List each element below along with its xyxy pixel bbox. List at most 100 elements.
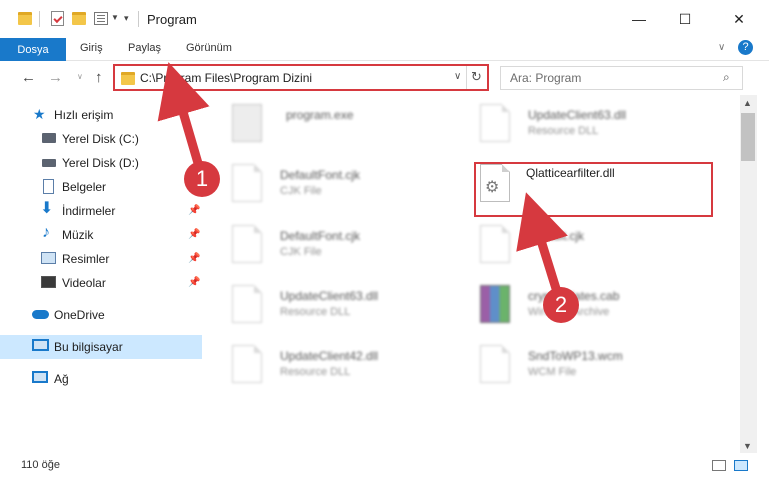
step-badge-1: 1 — [184, 161, 220, 197]
view-options-icon[interactable] — [94, 12, 108, 25]
close-button[interactable]: ✕ — [716, 0, 762, 38]
forward-arrow-icon[interactable]: → — [48, 69, 63, 86]
videos-icon — [41, 276, 56, 288]
window-title: Program — [147, 12, 197, 27]
file-type: Resource DLL — [528, 125, 599, 137]
new-folder-icon[interactable] — [72, 12, 86, 25]
sidebar-item-label: Yerel Disk (C:) — [62, 132, 139, 146]
ribbon-tabs: Dosya Giriş Paylaş Görünüm ∨ ? — [0, 38, 769, 61]
sidebar-item-label: Müzik — [62, 228, 94, 242]
sidebar-item-onedrive[interactable]: OneDrive — [0, 303, 202, 327]
folder-icon — [18, 12, 32, 25]
file-item[interactable]: program.exe — [232, 100, 492, 150]
file-item[interactable]: cryptupdates.cab WinRAR Archive — [480, 281, 740, 331]
annotation-file-highlight — [474, 162, 713, 217]
scroll-up-icon[interactable]: ▲ — [743, 98, 752, 108]
documents-icon — [43, 179, 54, 194]
sidebar-item-label: Videolar — [62, 276, 106, 290]
file-item[interactable]: Default.cjk — [480, 221, 740, 271]
minimize-button[interactable]: — — [616, 0, 662, 38]
file-item[interactable]: SndToWP13.wcm WCM File — [480, 341, 740, 391]
status-bar: 110 öğe — [0, 455, 769, 477]
file-type: Resource DLL — [280, 306, 351, 318]
download-icon: ⬇ — [40, 200, 54, 217]
scroll-thumb[interactable] — [741, 113, 755, 161]
sidebar-item-quick-access[interactable]: ★ Hızlı erişim — [0, 103, 202, 127]
title-bar: ▼ ▾ Program — ☐ ✕ — [0, 0, 769, 38]
document-file-icon — [232, 164, 262, 202]
pin-icon[interactable]: 📌 — [188, 253, 200, 264]
divider — [39, 11, 40, 27]
file-name: program.exe — [286, 108, 354, 122]
sidebar-item-this-pc[interactable]: Bu bilgisayar — [0, 335, 202, 359]
file-item[interactable]: DefaultFont.cjk CJK File — [232, 221, 492, 271]
step-badge-2: 2 — [543, 287, 579, 323]
back-arrow-icon[interactable]: ← — [21, 69, 36, 86]
exe-file-icon — [232, 104, 262, 142]
document-file-icon — [480, 345, 510, 383]
file-item[interactable]: UpdateClient63.dll Resource DLL — [232, 281, 492, 331]
pin-icon[interactable]: 📌 — [188, 229, 200, 240]
search-input[interactable] — [510, 71, 710, 85]
file-type: CJK File — [280, 246, 322, 258]
file-name: UpdateClient42.dll — [280, 349, 379, 363]
file-item[interactable]: DefaultFont.cjk CJK File — [232, 160, 492, 210]
chevron-down-icon[interactable]: ▼ — [111, 13, 119, 22]
sidebar-item-music[interactable]: ♪ Müzik 📌 — [0, 223, 202, 247]
tab-view[interactable]: Görünüm — [186, 42, 232, 54]
sidebar-item-documents[interactable]: Belgeler — [0, 175, 202, 199]
sidebar-item-label: Yerel Disk (D:) — [62, 156, 139, 170]
sidebar-item-local-disk-c[interactable]: Yerel Disk (C:) — [0, 127, 202, 151]
winrar-archive-icon — [480, 285, 510, 323]
annotation-address-highlight — [113, 64, 489, 91]
file-item[interactable]: UpdateClient63.dll Resource DLL — [480, 100, 740, 150]
dll-file-icon — [480, 104, 510, 142]
network-icon — [32, 371, 48, 383]
expand-ribbon-icon[interactable]: ∨ — [718, 42, 725, 53]
sidebar-item-label: Bu bilgisayar — [54, 340, 123, 354]
music-icon: ♪ — [42, 224, 50, 241]
document-file-icon — [480, 225, 510, 263]
file-item[interactable]: UpdateClient42.dll Resource DLL — [232, 341, 492, 391]
star-icon: ★ — [33, 106, 46, 122]
maximize-button[interactable]: ☐ — [662, 0, 708, 38]
dll-file-icon — [232, 285, 262, 323]
sidebar-item-videos[interactable]: Videolar 📌 — [0, 271, 202, 295]
scroll-down-icon[interactable]: ▼ — [743, 441, 752, 451]
search-icon[interactable]: ⌕ — [723, 70, 730, 85]
large-icons-view-icon[interactable] — [734, 460, 748, 471]
item-count: 110 öğe — [21, 459, 60, 471]
sidebar-item-local-disk-d[interactable]: Yerel Disk (D:) — [0, 151, 202, 175]
dll-file-icon — [232, 345, 262, 383]
document-file-icon — [232, 225, 262, 263]
tab-home[interactable]: Giriş — [80, 42, 103, 54]
sidebar-item-network[interactable]: Ağ — [0, 367, 202, 391]
search-box[interactable]: ⌕ — [500, 66, 743, 90]
vertical-scrollbar[interactable]: ▲ ▼ — [740, 95, 757, 453]
file-name: UpdateClient63.dll — [280, 289, 379, 303]
sidebar-item-label: Ağ — [54, 372, 69, 386]
file-name: SndToWP13.wcm — [528, 349, 623, 363]
customize-toolbar-icon[interactable]: ▾ — [124, 13, 129, 24]
file-name: Default.cjk — [528, 229, 585, 243]
divider — [138, 11, 139, 27]
cloud-icon — [32, 310, 49, 319]
file-name: DefaultFont.cjk — [280, 229, 361, 243]
sidebar-item-label: OneDrive — [54, 308, 105, 322]
tab-file[interactable]: Dosya — [0, 38, 66, 61]
computer-icon — [32, 339, 49, 351]
file-type: Resource DLL — [280, 366, 351, 378]
details-view-icon[interactable] — [712, 460, 726, 471]
recent-locations-icon[interactable]: ∨ — [77, 72, 83, 81]
properties-icon[interactable] — [51, 11, 64, 26]
sidebar-item-label: İndirmeler — [62, 204, 116, 218]
sidebar-item-downloads[interactable]: ⬇ İndirmeler 📌 — [0, 199, 202, 223]
help-button[interactable]: ? — [738, 40, 753, 55]
pin-icon[interactable]: 📌 — [188, 277, 200, 288]
pin-icon[interactable]: 📌 — [188, 205, 200, 216]
drive-icon — [42, 133, 56, 143]
tab-share[interactable]: Paylaş — [128, 42, 161, 54]
sidebar-item-pictures[interactable]: Resimler 📌 — [0, 247, 202, 271]
file-type: CJK File — [280, 185, 322, 197]
up-arrow-icon[interactable]: ↑ — [95, 69, 103, 86]
